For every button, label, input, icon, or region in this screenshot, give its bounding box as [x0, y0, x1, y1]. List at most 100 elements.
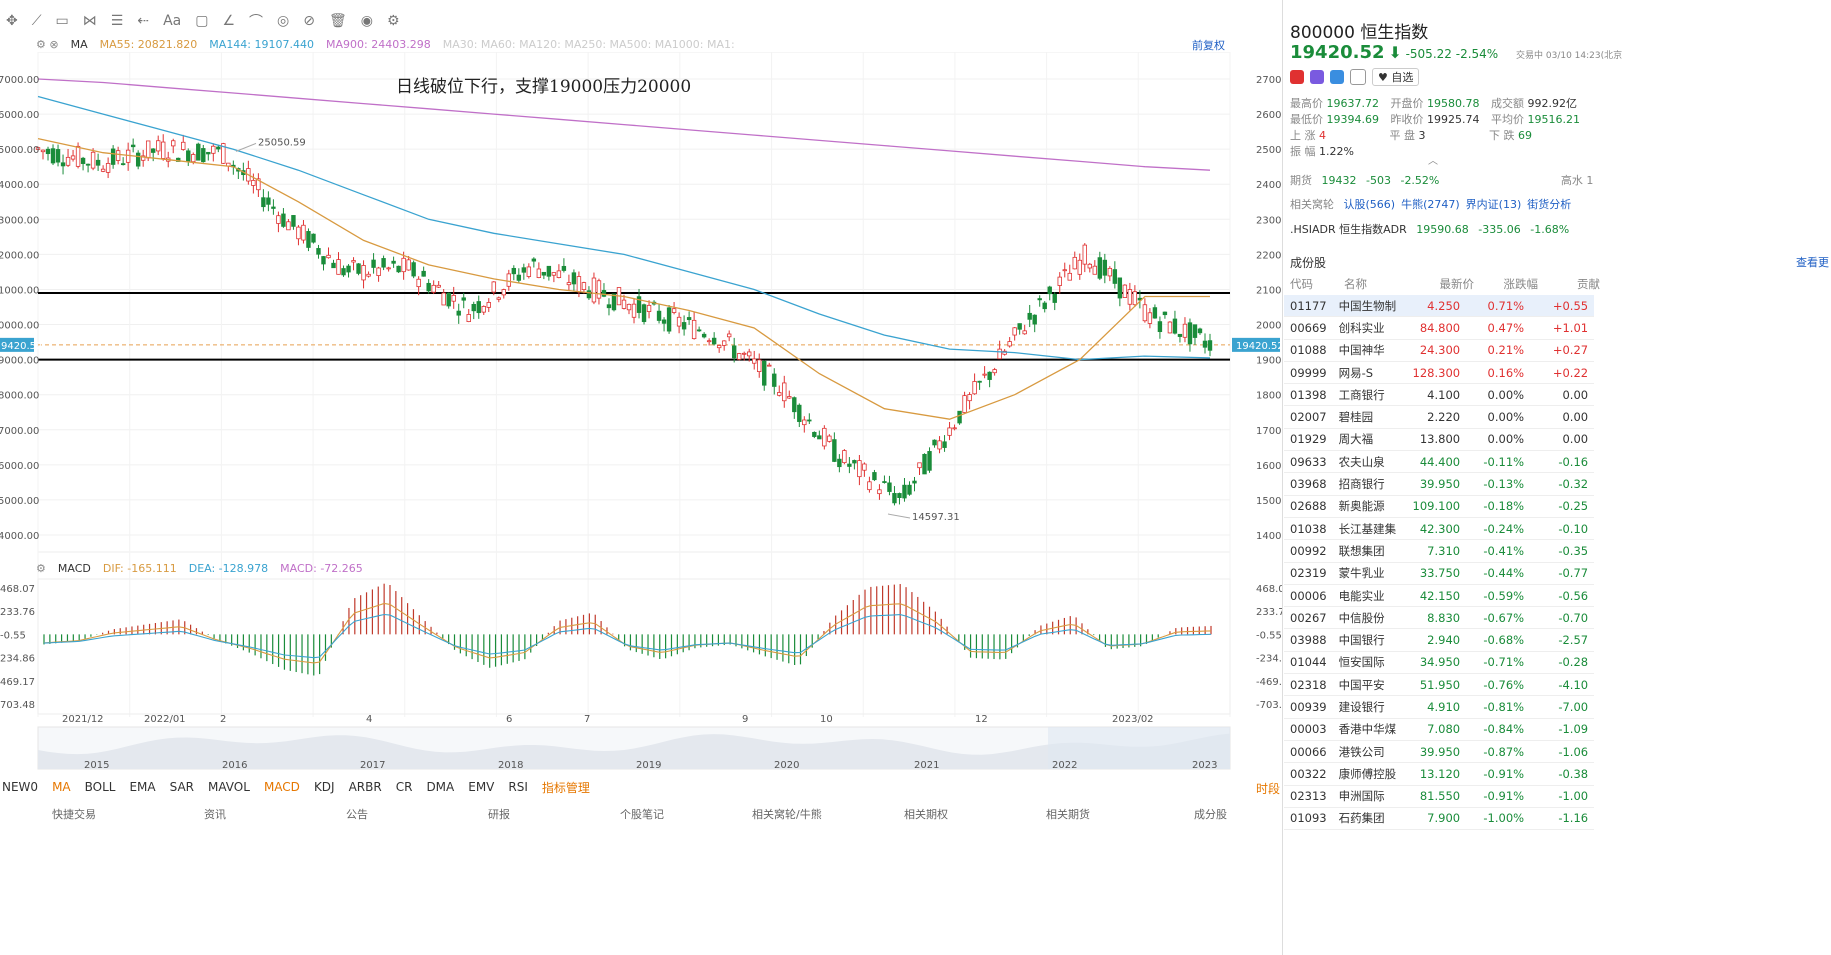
bottom-tab-2[interactable]: 公告: [346, 806, 368, 820]
collapse-icon[interactable]: ︿: [1428, 152, 1438, 167]
fork-icon[interactable]: ⋈: [83, 13, 97, 29]
candle-body: [1017, 323, 1022, 330]
cell-name: 创科实业: [1332, 316, 1403, 340]
table-row[interactable]: 02007 碧桂园 2.220 0.00% 0.00: [1284, 405, 1595, 429]
cell-name: 网易-S: [1332, 361, 1403, 385]
indicator-tab-boll[interactable]: BOLL: [85, 780, 116, 794]
header-name[interactable]: 名称: [1338, 276, 1410, 292]
candle-body: [967, 394, 972, 402]
table-row[interactable]: 03968 招商银行 39.950 -0.13% -0.32: [1284, 472, 1595, 496]
indicator-tabs: NEW0 MA BOLL EMA SAR MAVOL MACD KDJ ARBR CR DMA EMV…: [0, 778, 590, 796]
macd-label[interactable]: MACD: [58, 562, 91, 575]
indicator-tab-ma[interactable]: MA: [52, 780, 71, 794]
table-row[interactable]: 02318 中国平安 51.950 -0.76% -4.10: [1284, 673, 1595, 697]
indicator-tab-mavol[interactable]: MAVOL: [208, 780, 250, 794]
indicator-tab-指标管理[interactable]: 指标管理: [542, 779, 590, 796]
table-row[interactable]: 01093 石药集团 7.900 -1.00% -1.16: [1284, 807, 1595, 831]
table-row[interactable]: 00003 香港中华煤 7.080 -0.84% -1.09: [1284, 718, 1595, 741]
trend-line-icon[interactable]: ⟋: [32, 13, 42, 29]
rect-icon[interactable]: ▭: [56, 13, 69, 29]
note-icon[interactable]: [1350, 69, 1366, 85]
header-code[interactable]: 代码: [1284, 276, 1338, 292]
components-title: 成份股: [1290, 256, 1327, 270]
indicator-tab-dma[interactable]: DMA: [426, 780, 454, 794]
indicator-tab-ema[interactable]: EMA: [129, 780, 155, 794]
table-row[interactable]: 01044 恒安国际 34.950 -0.71% -0.28: [1284, 651, 1595, 675]
table-row[interactable]: 01398 工商银行 4.100 0.00% 0.00: [1284, 383, 1595, 407]
ruler-icon[interactable]: ∠: [222, 13, 235, 29]
left-price-tick-label: 1000.00: [0, 285, 39, 296]
table-row[interactable]: 02688 新奥能源 109.100 -0.18% -0.25: [1284, 495, 1595, 518]
adr-value: 19590.68: [1416, 223, 1469, 236]
related-link-2[interactable]: 界内证(13): [1466, 198, 1522, 211]
bottom-tab-5[interactable]: 相关窝轮/牛熊: [752, 806, 822, 820]
hk-flag-icon[interactable]: [1290, 70, 1304, 84]
settings-icon[interactable]: ⚙ ⊗: [36, 38, 59, 51]
candle-body: [161, 141, 166, 159]
indicator-tab-rsi[interactable]: RSI: [508, 780, 528, 794]
table-row[interactable]: 00992 联想集团 7.310 -0.41% -0.35: [1284, 539, 1595, 563]
bottom-tab-6[interactable]: 相关期权: [904, 806, 948, 820]
header-contribution[interactable]: 贡献: [1538, 276, 1600, 292]
related-link-0[interactable]: 认股(566): [1344, 198, 1396, 211]
related-link-3[interactable]: 街货分析: [1527, 198, 1571, 211]
table-row[interactable]: 00267 中信股份 8.830 -0.67% -0.70: [1284, 606, 1595, 630]
cell-code: 09999: [1284, 361, 1333, 385]
candle-body: [556, 270, 562, 278]
arc-icon[interactable]: ⌒: [249, 11, 263, 31]
bottom-tab-7[interactable]: 相关期货: [1046, 806, 1090, 820]
view-more-link[interactable]: 查看更: [1796, 254, 1829, 270]
table-row[interactable]: 00939 建设银行 4.910 -0.81% -7.00: [1284, 695, 1595, 719]
bottom-tab-3[interactable]: 研报: [488, 806, 510, 820]
table-row[interactable]: 09999 网易-S 128.300 0.16% +0.22: [1284, 361, 1595, 385]
bottom-tab-4[interactable]: 个股笔记: [620, 806, 664, 820]
header-pct[interactable]: 涨跌幅: [1474, 276, 1539, 292]
bottom-tab-0[interactable]: 快捷交易: [52, 806, 96, 820]
indicator-tab-new0[interactable]: NEW0: [2, 780, 38, 794]
table-row[interactable]: 00006 电能实业 42.150 -0.59% -0.56: [1284, 584, 1595, 608]
indicator-tab-cr[interactable]: CR: [396, 780, 413, 794]
ma-label[interactable]: MA: [71, 38, 88, 51]
candle-body: [661, 319, 667, 324]
tag-icon[interactable]: [1330, 70, 1344, 84]
table-row[interactable]: 00322 康师傅控股 13.120 -0.91% -0.38: [1284, 762, 1595, 786]
table-row[interactable]: 03988 中国银行 2.940 -0.68% -2.57: [1284, 628, 1595, 652]
table-row[interactable]: 01088 中国神华 24.300 0.21% +0.27: [1284, 339, 1595, 362]
indicator-tab-sar[interactable]: SAR: [170, 780, 194, 794]
fuquan-toggle[interactable]: 前复权: [1192, 37, 1225, 53]
channel-icon[interactable]: ☰: [111, 13, 124, 29]
period-tab[interactable]: 时段: [1256, 780, 1280, 797]
cell-name: 联想集团: [1332, 539, 1403, 563]
cell-pct: 0.21%: [1466, 339, 1531, 362]
trash-icon[interactable]: 🗑: [329, 13, 347, 29]
indicator-tab-macd[interactable]: MACD: [264, 780, 300, 794]
circle-icon[interactable]: ◎: [277, 13, 289, 29]
kline-chart[interactable]: 27000.0026000.0025000.0024000.0023000.00…: [0, 52, 1282, 772]
header-price[interactable]: 最新价: [1410, 276, 1475, 292]
table-row[interactable]: 09633 农夫山泉 44.400 -0.11% -0.16: [1284, 450, 1595, 474]
move-icon[interactable]: ✥: [6, 13, 18, 29]
eye-icon[interactable]: ◉: [361, 13, 373, 29]
table-row[interactable]: 02319 蒙牛乳业 33.750 -0.44% -0.77: [1284, 562, 1595, 585]
table-row[interactable]: 01929 周大福 13.800 0.00% 0.00: [1284, 428, 1595, 452]
bolt-icon[interactable]: [1310, 70, 1324, 84]
indicator-tab-emv[interactable]: EMV: [468, 780, 494, 794]
arrow-icon[interactable]: ⇠: [137, 13, 149, 29]
macd-settings-icon[interactable]: ⚙: [36, 562, 46, 575]
table-row[interactable]: 00066 港铁公司 39.950 -0.87% -1.06: [1284, 740, 1595, 764]
table-row[interactable]: 01038 长江基建集 42.300 -0.24% -0.10: [1284, 517, 1595, 541]
bottom-tab-8[interactable]: 成分股: [1194, 806, 1227, 820]
bottom-tab-1[interactable]: 资讯: [204, 806, 226, 820]
watchlist-button[interactable]: ♥ 自选: [1372, 68, 1420, 86]
text-tool[interactable]: Aa: [163, 13, 181, 29]
table-row[interactable]: 02313 申洲国际 81.550 -0.91% -1.00: [1284, 785, 1595, 808]
table-row[interactable]: 01177 中国生物制 4.250 0.71% +0.55: [1284, 295, 1595, 318]
ban-icon[interactable]: ⊘: [303, 13, 315, 29]
related-link-1[interactable]: 牛熊(2747): [1401, 198, 1460, 211]
table-row[interactable]: 00669 创科实业 84.800 0.47% +1.01: [1284, 316, 1595, 340]
cell-price: 84.800: [1402, 316, 1467, 340]
indicator-tab-arbr[interactable]: ARBR: [349, 780, 382, 794]
indicator-tab-kdj[interactable]: KDJ: [314, 780, 335, 794]
gear-icon[interactable]: ⚙: [387, 13, 400, 29]
comment-icon[interactable]: ▢: [195, 13, 208, 29]
